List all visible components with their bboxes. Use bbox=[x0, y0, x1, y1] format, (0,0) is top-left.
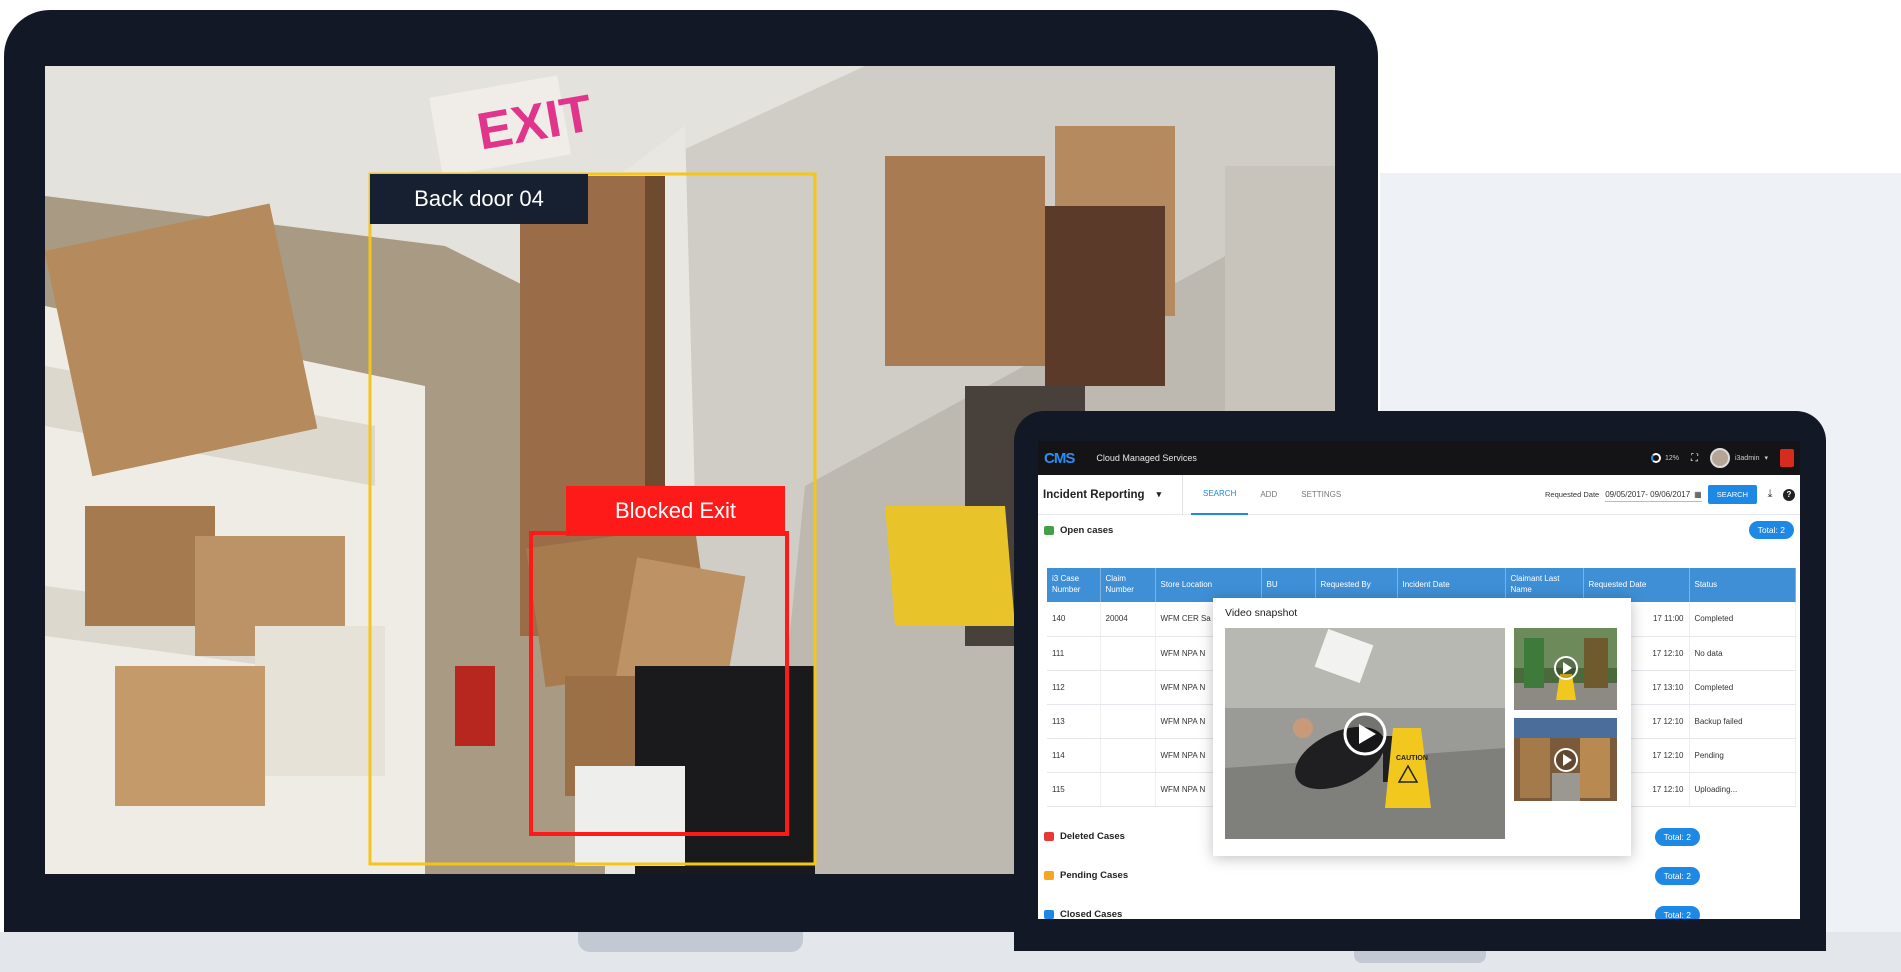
closed-cases-title: Closed Cases bbox=[1060, 909, 1123, 919]
video-snapshot-title: Video snapshot bbox=[1225, 607, 1298, 619]
col-claim-number[interactable]: Claim Number bbox=[1100, 568, 1156, 602]
deleted-cases-total-badge: Total: 2 bbox=[1654, 827, 1700, 846]
deleted-cases-header[interactable]: Deleted Cases Total: 2 bbox=[1038, 817, 1800, 856]
cell-case: 114 bbox=[1047, 738, 1101, 773]
pending-cases-total-badge: Total: 2 bbox=[1654, 866, 1700, 885]
cell-status: Completed bbox=[1689, 670, 1796, 705]
cms-app: CMS Cloud Managed Services 12% ⛶ i3admin… bbox=[1038, 441, 1800, 919]
col-requested-by[interactable]: Requested By bbox=[1315, 568, 1398, 602]
user-menu[interactable]: i3admin ▾ bbox=[1709, 448, 1768, 468]
fullscreen-icon[interactable]: ⛶ bbox=[1691, 453, 1698, 464]
col-claimant-last-name[interactable]: Claimant Last Name bbox=[1505, 568, 1584, 602]
cell-status: Pending bbox=[1689, 738, 1796, 773]
user-name: i3admin bbox=[1734, 454, 1760, 462]
col-requested-date[interactable]: Requested Date bbox=[1583, 568, 1690, 602]
video-thumbnail-2[interactable] bbox=[1514, 718, 1617, 801]
open-cases-title: Open cases bbox=[1060, 524, 1114, 536]
cell-claim: 20004 bbox=[1100, 602, 1156, 637]
col-case-number[interactable]: i3 Case Number bbox=[1047, 568, 1101, 602]
tab-add[interactable]: ADD bbox=[1248, 475, 1289, 515]
cell-claim bbox=[1100, 772, 1156, 807]
closed-cases-header[interactable]: Closed Cases Total: 2 bbox=[1038, 895, 1800, 919]
col-incident-date[interactable]: Incident Date bbox=[1397, 568, 1506, 602]
module-name: Incident Reporting bbox=[1043, 488, 1145, 501]
cell-status: Uploading... bbox=[1689, 772, 1796, 807]
calendar-icon[interactable]: ▦ bbox=[1694, 490, 1702, 499]
progress-label: 12% bbox=[1664, 454, 1679, 462]
caution-sign: CAUTION bbox=[1396, 755, 1428, 762]
cell-claim bbox=[1100, 670, 1156, 705]
progress-indicator: 12% bbox=[1650, 453, 1679, 463]
cell-claim bbox=[1100, 738, 1156, 773]
tab-search[interactable]: SEARCH bbox=[1191, 475, 1249, 515]
date-range-field[interactable]: 09/05/2017- 09/06/2017 ▦ bbox=[1605, 488, 1702, 502]
progress-ring-icon bbox=[1650, 453, 1661, 463]
briefcase-icon bbox=[1044, 910, 1054, 919]
monitor-stand bbox=[578, 932, 803, 952]
col-status[interactable]: Status bbox=[1689, 568, 1796, 602]
tab-settings[interactable]: SETTINGS bbox=[1289, 475, 1353, 515]
cell-case: 112 bbox=[1047, 670, 1101, 705]
cell-status: No data bbox=[1689, 636, 1796, 671]
video-thumb-frame-1 bbox=[1514, 628, 1617, 710]
cms-logo[interactable]: CMS bbox=[1044, 450, 1075, 467]
pending-cases-title: Pending Cases bbox=[1060, 870, 1129, 881]
download-icon[interactable]: ⤓ bbox=[1763, 488, 1777, 501]
date-filter: Requested Date 09/05/2017- 09/06/2017 ▦ … bbox=[1545, 485, 1795, 504]
notification-badge-icon[interactable] bbox=[1780, 449, 1794, 467]
requested-date-label: Requested Date bbox=[1545, 490, 1600, 499]
pending-cases-header[interactable]: Pending Cases Total: 2 bbox=[1038, 856, 1800, 895]
sub-bar: Incident Reporting ▾ SEARCH ADD SETTINGS… bbox=[1038, 474, 1800, 515]
table-header-row: i3 Case Number Claim Number Store Locati… bbox=[1047, 568, 1796, 602]
video-thumbnail-1[interactable] bbox=[1514, 628, 1617, 710]
briefcase-icon bbox=[1044, 832, 1054, 841]
cell-case: 140 bbox=[1047, 602, 1101, 637]
video-main-frame: CAUTION bbox=[1225, 628, 1505, 839]
open-cases-header[interactable]: Open cases Total: 2 bbox=[1038, 515, 1800, 545]
cell-case: 115 bbox=[1047, 772, 1101, 807]
module-selector[interactable]: Incident Reporting ▾ bbox=[1043, 474, 1183, 515]
detection-label-back-door: Back door 04 bbox=[370, 174, 588, 224]
cell-claim bbox=[1100, 704, 1156, 739]
video-thumb-frame-2 bbox=[1514, 718, 1617, 801]
cell-case: 111 bbox=[1047, 636, 1101, 671]
tab-bar: SEARCH ADD SETTINGS bbox=[1191, 475, 1353, 515]
top-bar-right: 12% ⛶ i3admin ▾ bbox=[1650, 448, 1794, 468]
col-store-location[interactable]: Store Location bbox=[1155, 568, 1262, 602]
cell-case: 113 bbox=[1047, 704, 1101, 739]
deleted-cases-title: Deleted Cases bbox=[1060, 831, 1125, 842]
search-button[interactable]: SEARCH bbox=[1707, 485, 1757, 504]
top-bar: CMS Cloud Managed Services 12% ⛶ i3admin… bbox=[1038, 441, 1800, 475]
briefcase-icon bbox=[1044, 871, 1054, 880]
tablet-stand bbox=[1354, 951, 1486, 963]
cell-claim bbox=[1100, 636, 1156, 671]
open-cases-total-badge: Total: 2 bbox=[1748, 521, 1794, 539]
closed-cases-total-badge: Total: 2 bbox=[1654, 905, 1700, 919]
video-main-player[interactable]: CAUTION bbox=[1225, 628, 1505, 839]
case-sections: Deleted Cases Total: 2 Pending Cases Tot… bbox=[1038, 817, 1800, 919]
cell-status: Completed bbox=[1689, 602, 1796, 637]
marketing-stage: EXIT Back door 04 Blocked Exit CMS Cloud… bbox=[0, 0, 1901, 972]
chevron-down-icon: ▾ bbox=[1764, 455, 1768, 462]
avatar bbox=[1709, 448, 1730, 468]
date-range-value: 09/05/2017- 09/06/2017 bbox=[1605, 489, 1691, 499]
help-icon[interactable]: ? bbox=[1783, 488, 1795, 501]
cell-status: Backup failed bbox=[1689, 704, 1796, 739]
col-bu[interactable]: BU bbox=[1261, 568, 1316, 602]
chevron-down-icon: ▾ bbox=[1156, 489, 1162, 499]
briefcase-icon bbox=[1044, 525, 1054, 535]
app-title: Cloud Managed Services bbox=[1096, 453, 1197, 463]
detection-label-blocked-exit: Blocked Exit bbox=[566, 486, 785, 536]
